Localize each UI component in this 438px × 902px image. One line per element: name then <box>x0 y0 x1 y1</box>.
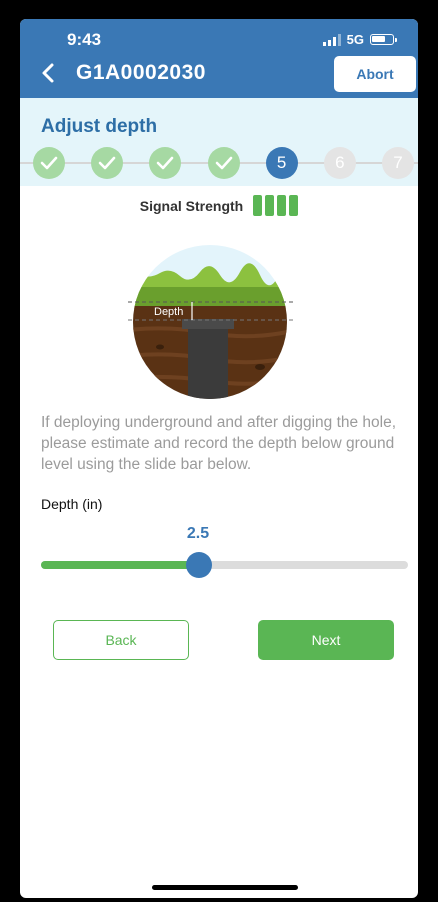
status-time: 9:43 <box>67 30 102 49</box>
step-upcoming: 6 <box>323 147 356 179</box>
page-title: G1A0002030 <box>76 61 206 84</box>
signal-strength-bar <box>265 195 275 216</box>
progress-stepper: 567 <box>20 147 418 179</box>
step-complete-check-icon <box>207 147 240 179</box>
app-header: 9:43 5G G1A0002030 Abort <box>20 19 418 98</box>
depth-field-label: Depth (in) <box>41 496 103 512</box>
abort-button[interactable]: Abort <box>334 56 416 92</box>
step-current: 5 <box>265 147 298 179</box>
cellular-signal-icon <box>322 33 341 46</box>
slider-thumb[interactable] <box>186 552 212 578</box>
depth-value: 2.5 <box>186 525 210 542</box>
step-title: Adjust depth <box>41 116 158 137</box>
status-indicators: 5G <box>322 32 397 47</box>
signal-strength-bar <box>289 195 299 216</box>
home-indicator <box>152 885 298 890</box>
step-complete-check-icon <box>33 147 65 179</box>
battery-icon <box>370 34 397 45</box>
signal-strength-row: Signal Strength <box>20 195 418 216</box>
signal-strength-bar <box>277 195 287 216</box>
depth-marker-label: Depth <box>154 306 183 318</box>
back-chevron-icon[interactable] <box>38 61 60 85</box>
back-button[interactable]: Back <box>53 620 189 660</box>
signal-strength-bars <box>253 195 299 216</box>
signal-strength-bar <box>253 195 263 216</box>
depth-illustration: Depth <box>128 245 296 399</box>
signal-strength-label: Signal Strength <box>139 197 244 214</box>
step-complete-check-icon <box>91 147 124 179</box>
instructions-text: If deploying underground and after diggi… <box>41 414 397 473</box>
step-complete-check-icon <box>149 147 182 179</box>
network-type: 5G <box>346 32 364 47</box>
depth-slider[interactable] <box>41 552 408 578</box>
next-button[interactable]: Next <box>258 620 394 660</box>
slider-fill <box>41 561 199 569</box>
step-upcoming: 7 <box>382 147 414 179</box>
phone-screen: 9:43 5G G1A0002030 Abort Adjust depth 56… <box>20 19 418 898</box>
